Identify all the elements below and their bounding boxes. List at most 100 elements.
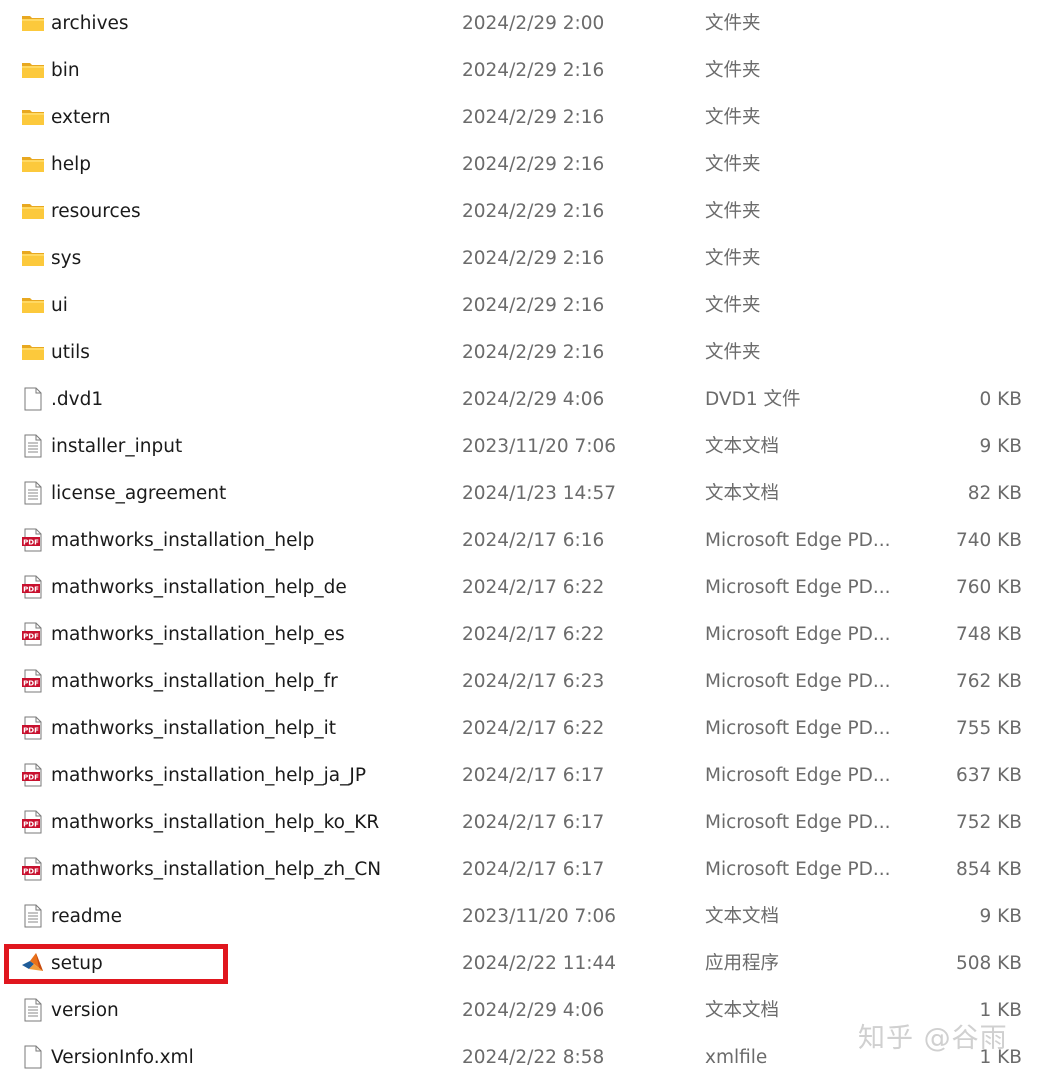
file-size: 9 KB [979,436,1022,457]
svg-text:PDF: PDF [23,726,39,734]
file-row[interactable]: extern 2024/2/29 2:16 文件夹 [0,94,1048,141]
file-type: 文件夹 [705,60,761,81]
file-date-modified: 2024/2/29 2:16 [462,107,605,128]
file-row[interactable]: utils 2024/2/29 2:16 文件夹 [0,329,1048,376]
file-name: readme [51,906,123,927]
text-file-icon [21,481,45,505]
file-size: 637 KB [955,765,1022,786]
file-name: extern [51,107,111,128]
file-date-modified: 2024/2/17 6:22 [462,624,605,645]
file-row[interactable]: .dvd1 2024/2/29 4:06 DVD1 文件 0 KB [0,376,1048,423]
file-name: mathworks_installation_help_fr [51,671,338,692]
file-name: .dvd1 [51,389,104,410]
file-type: Microsoft Edge PD... [705,624,891,645]
pdf-file-icon: PDF [21,716,45,740]
file-date-modified: 2024/2/17 6:16 [462,530,605,551]
file-date-modified: 2024/2/17 6:17 [462,812,605,833]
folder-icon [21,105,45,129]
folder-icon [21,11,45,35]
file-row[interactable]: PDF mathworks_installation_help 2024/2/17 … [0,517,1048,564]
svg-text:PDF: PDF [23,585,39,593]
file-type: 文本文档 [705,1000,780,1021]
file-size: 854 KB [955,859,1022,880]
file-type: 文件夹 [705,248,761,269]
file-type: Microsoft Edge PD... [705,859,891,880]
svg-text:PDF: PDF [23,632,39,640]
file-date-modified: 2024/2/29 2:16 [462,342,605,363]
file-name: mathworks_installation_help_ko_KR [51,812,380,833]
file-type: 文本文档 [705,436,780,457]
file-date-modified: 2023/11/20 7:06 [462,436,617,457]
file-type: 文件夹 [705,201,761,222]
file-row[interactable]: sys 2024/2/29 2:16 文件夹 [0,235,1048,282]
file-type: 文件夹 [705,342,761,363]
pdf-file-icon: PDF [21,622,45,646]
file-row[interactable]: PDF mathworks_installation_help_de 2024/2/… [0,564,1048,611]
folder-icon [21,246,45,270]
file-row[interactable]: PDF mathworks_installation_help_zh_CN 2024… [0,846,1048,893]
file-type: 文件夹 [705,154,761,175]
file-row[interactable]: license_agreement 2024/1/23 14:57 文本文档 82 K… [0,470,1048,517]
file-date-modified: 2024/2/22 8:58 [462,1047,605,1068]
file-date-modified: 2024/2/29 2:16 [462,154,605,175]
file-date-modified: 2024/2/29 2:16 [462,201,605,222]
file-size: 762 KB [955,671,1022,692]
file-row[interactable]: bin 2024/2/29 2:16 文件夹 [0,47,1048,94]
file-name: installer_input [51,436,183,457]
file-row[interactable]: setup 2024/2/22 11:44 应用程序 508 KB [0,940,1048,987]
file-row[interactable]: archives 2024/2/29 2:00 文件夹 [0,0,1048,47]
file-type: Microsoft Edge PD... [705,671,891,692]
svg-text:PDF: PDF [23,679,39,687]
folder-icon [21,152,45,176]
file-size: 9 KB [979,906,1022,927]
file-date-modified: 2024/2/17 6:17 [462,859,605,880]
file-name: sys [51,248,82,269]
file-size: 0 KB [979,389,1022,410]
svg-text:PDF: PDF [23,820,39,828]
file-name: mathworks_installation_help_zh_CN [51,859,382,880]
pdf-file-icon: PDF [21,857,45,881]
text-file-icon [21,434,45,458]
file-name: mathworks_installation_help_it [51,718,337,739]
folder-icon [21,199,45,223]
file-row[interactable]: PDF mathworks_installation_help_ko_KR 2024… [0,799,1048,846]
file-name: resources [51,201,141,222]
file-date-modified: 2024/2/17 6:22 [462,718,605,739]
svg-text:PDF: PDF [23,867,39,875]
file-type: DVD1 文件 [705,389,801,410]
file-date-modified: 2024/2/17 6:17 [462,765,605,786]
pdf-file-icon: PDF [21,528,45,552]
matlab-app-icon [21,951,45,975]
blank-file-icon [21,387,45,411]
svg-text:PDF: PDF [23,538,39,546]
file-row[interactable]: PDF mathworks_installation_help_it 2024/2/… [0,705,1048,752]
file-name: mathworks_installation_help_de [51,577,347,598]
file-row[interactable]: PDF mathworks_installation_help_es 2024/2/… [0,611,1048,658]
file-row[interactable]: readme 2023/11/20 7:06 文本文档 9 KB [0,893,1048,940]
file-type: 应用程序 [705,953,780,974]
file-row[interactable]: installer_input 2023/11/20 7:06 文本文档 9 KB [0,423,1048,470]
file-size: 740 KB [955,530,1022,551]
folder-icon [21,340,45,364]
file-row[interactable]: resources 2024/2/29 2:16 文件夹 [0,188,1048,235]
file-size: 508 KB [955,953,1022,974]
file-name: mathworks_installation_help [51,530,315,551]
file-type: 文件夹 [705,13,761,34]
file-row[interactable]: ui 2024/2/29 2:16 文件夹 [0,282,1048,329]
file-row[interactable]: help 2024/2/29 2:16 文件夹 [0,141,1048,188]
pdf-file-icon: PDF [21,763,45,787]
file-type: xmlfile [705,1047,768,1068]
file-date-modified: 2024/2/29 2:00 [462,13,605,34]
file-size: 760 KB [955,577,1022,598]
file-date-modified: 2024/2/29 2:16 [462,295,605,316]
file-name: VersionInfo.xml [51,1047,194,1068]
file-row[interactable]: PDF mathworks_installation_help_fr 2024/2/… [0,658,1048,705]
pdf-file-icon: PDF [21,810,45,834]
file-type: Microsoft Edge PD... [705,577,891,598]
svg-text:PDF: PDF [23,773,39,781]
file-row[interactable]: PDF mathworks_installation_help_ja_JP 2024… [0,752,1048,799]
file-type: 文件夹 [705,107,761,128]
folder-icon [21,293,45,317]
file-date-modified: 2024/2/17 6:22 [462,577,605,598]
file-date-modified: 2024/2/29 4:06 [462,1000,605,1021]
